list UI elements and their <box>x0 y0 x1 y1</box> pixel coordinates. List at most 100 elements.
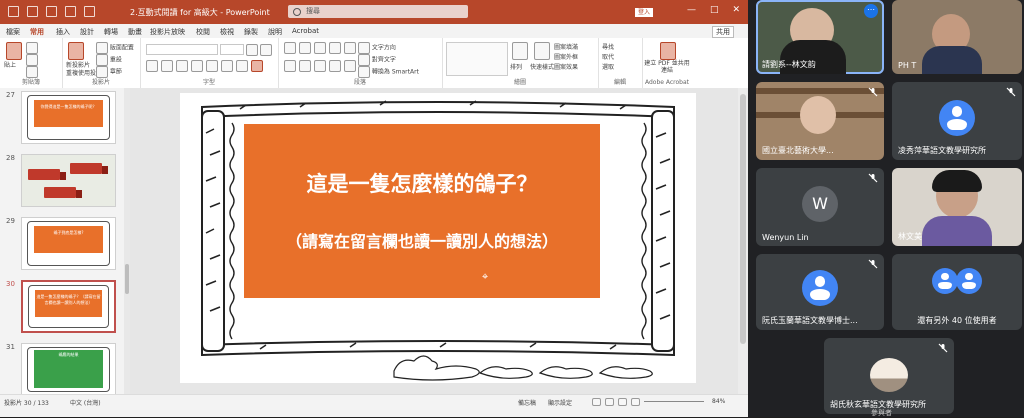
notes-button[interactable]: 備忘稿 <box>518 398 536 407</box>
align-text-button[interactable]: 對齊文字 <box>358 54 396 66</box>
thumbnail-text: 鴿鷹的結果 <box>34 350 103 388</box>
create-pdf-button[interactable] <box>660 42 676 60</box>
numbering-icon[interactable] <box>299 42 311 54</box>
decrease-indent-icon[interactable] <box>314 42 326 54</box>
columns-icon[interactable] <box>344 60 356 72</box>
sign-in-button[interactable]: 登入 <box>635 8 653 17</box>
font-group: 字型 <box>140 38 279 88</box>
find-button[interactable]: 尋找 <box>602 42 614 51</box>
new-slide-button[interactable] <box>68 42 84 60</box>
paste-button[interactable] <box>6 42 22 60</box>
tab-transitions[interactable]: 轉場 <box>104 27 118 37</box>
tab-design[interactable]: 設計 <box>80 27 94 37</box>
slide-scrollbar[interactable] <box>738 88 748 394</box>
tab-view[interactable]: 檢視 <box>220 27 234 37</box>
text-direction-button[interactable]: 文字方向 <box>358 42 396 54</box>
search-box[interactable]: 搜尋 <box>288 5 468 18</box>
more-participants-tile[interactable]: 還有另外 40 位使用者 <box>892 254 1022 330</box>
participant-tile[interactable]: 胡氏秋玄華語文教學研究所 <box>824 338 954 414</box>
underline-icon[interactable] <box>176 60 188 72</box>
tab-review[interactable]: 校閱 <box>196 27 210 37</box>
undo-icon[interactable] <box>27 6 38 17</box>
display-settings-button[interactable]: 顯示設定 <box>548 398 572 407</box>
reading-view-icon[interactable] <box>618 398 627 406</box>
close-button[interactable]: ✕ <box>732 6 740 15</box>
tab-help[interactable]: 說明 <box>268 27 282 37</box>
present-icon[interactable] <box>65 6 76 17</box>
slide-thumbnail-27[interactable]: 你覺得這是一隻怎樣的鴿子呢？ <box>21 91 116 144</box>
italic-icon[interactable] <box>161 60 173 72</box>
replace-button[interactable]: 取代 <box>602 52 614 61</box>
bold-icon[interactable] <box>146 60 158 72</box>
increase-indent-icon[interactable] <box>329 42 341 54</box>
tab-insert[interactable]: 插入 <box>56 27 70 37</box>
slide-sorter-icon[interactable] <box>605 398 614 406</box>
grow-font-icon[interactable] <box>246 44 258 56</box>
layout-button[interactable]: 版面配置 <box>96 42 134 54</box>
participant-tile[interactable]: 林文美 <box>892 168 1022 246</box>
ribbon: 貼上 剪貼簿 新投影片 重複使用投影片 版面配置 重設 章節 投影片 字型 文字… <box>0 38 748 89</box>
minimize-button[interactable]: — <box>687 6 696 15</box>
select-label: 選取 <box>602 64 615 71</box>
align-center-icon[interactable] <box>299 60 311 72</box>
shrink-font-icon[interactable] <box>260 44 272 56</box>
shadow-icon[interactable] <box>206 60 218 72</box>
slide-thumbnail-30[interactable]: 這是一隻怎麼樣的鴿子？（請寫在留言欄也讀一讀別人的想法） <box>21 280 116 333</box>
shapes-gallery[interactable] <box>446 42 508 76</box>
font-color-icon[interactable] <box>251 60 263 72</box>
tab-slideshow[interactable]: 投影片放映 <box>150 27 185 37</box>
participant-tile[interactable]: W Wenyun Lin <box>756 168 884 246</box>
bullets-icon[interactable] <box>284 42 296 54</box>
select-button[interactable]: 選取 <box>602 62 614 71</box>
shape-effects-button[interactable]: 圖案效果 <box>554 62 578 71</box>
share-button[interactable]: 共用 <box>712 26 734 38</box>
shape-outline-button[interactable]: 圖案外框 <box>554 52 578 61</box>
current-slide[interactable]: 這是一隻怎麼樣的鴿子？ （請寫在留言欄也讀一讀別人的想法） ⌖ <box>180 93 696 383</box>
more-options-icon[interactable]: ⋯ <box>864 4 878 18</box>
shape-fill-button[interactable]: 圖案填滿 <box>554 42 578 51</box>
status-bar: 投影片 30 / 133 中文 (台灣) 備忘稿 顯示設定 84% <box>0 394 748 408</box>
participant-tile[interactable]: 阮氏玉蘭華語文教學博士... <box>756 254 884 330</box>
ducks-drawing <box>393 355 653 381</box>
slideshow-view-icon[interactable] <box>631 398 640 406</box>
save-icon[interactable] <box>8 6 19 17</box>
video-call-panel: ⋯ 請劉系--林文韵 PH T 國立臺北藝術大學... 凌秀萍華語文教學研究所 … <box>748 0 1024 417</box>
align-left-icon[interactable] <box>284 60 296 72</box>
participant-tile[interactable]: PH T <box>892 0 1022 74</box>
language-status[interactable]: 中文 (台灣) <box>70 398 101 407</box>
justify-icon[interactable] <box>329 60 341 72</box>
copy-icon[interactable] <box>26 54 38 66</box>
strikethrough-icon[interactable] <box>191 60 203 72</box>
cut-icon[interactable] <box>26 42 38 54</box>
slide-thumbnail-28[interactable] <box>21 154 116 207</box>
tab-acrobat[interactable]: Acrobat <box>292 27 319 35</box>
cursor-icon: ⌖ <box>482 270 489 283</box>
shape-effects-label: 圖案效果 <box>554 64 579 71</box>
arrange-button[interactable] <box>512 42 528 60</box>
truck-image <box>44 187 82 198</box>
slides-group: 新投影片 重複使用投影片 版面配置 重設 章節 投影片 <box>62 38 141 88</box>
zoom-slider[interactable] <box>644 401 704 402</box>
quick-styles-button[interactable] <box>534 42 550 60</box>
font-name-dropdown[interactable] <box>146 44 218 55</box>
reset-button[interactable]: 重設 <box>96 54 122 66</box>
font-size-dropdown[interactable] <box>220 44 244 55</box>
line-spacing-icon[interactable] <box>344 42 356 54</box>
slide-thumbnail-31[interactable]: 鴿鷹的結果 <box>21 343 116 396</box>
align-right-icon[interactable] <box>314 60 326 72</box>
tab-record[interactable]: 錄製 <box>244 27 258 37</box>
maximize-button[interactable]: □ <box>710 6 719 15</box>
normal-view-icon[interactable] <box>592 398 601 406</box>
mic-off-icon <box>938 343 948 353</box>
tab-animations[interactable]: 動畫 <box>128 27 142 37</box>
customize-icon[interactable] <box>84 6 95 17</box>
case-icon[interactable] <box>236 60 248 72</box>
tab-file[interactable]: 檔案 <box>6 27 20 37</box>
participant-tile[interactable]: 國立臺北藝術大學... <box>756 82 884 160</box>
redo-icon[interactable] <box>46 6 57 17</box>
slide-thumbnail-29[interactable]: 鴿子到底是怎樣? <box>21 217 116 270</box>
zoom-level[interactable]: 84% <box>712 398 725 405</box>
char-spacing-icon[interactable] <box>221 60 233 72</box>
participant-tile[interactable]: 凌秀萍華語文教學研究所 <box>892 82 1022 160</box>
participant-tile[interactable]: ⋯ 請劉系--林文韵 <box>756 0 884 74</box>
